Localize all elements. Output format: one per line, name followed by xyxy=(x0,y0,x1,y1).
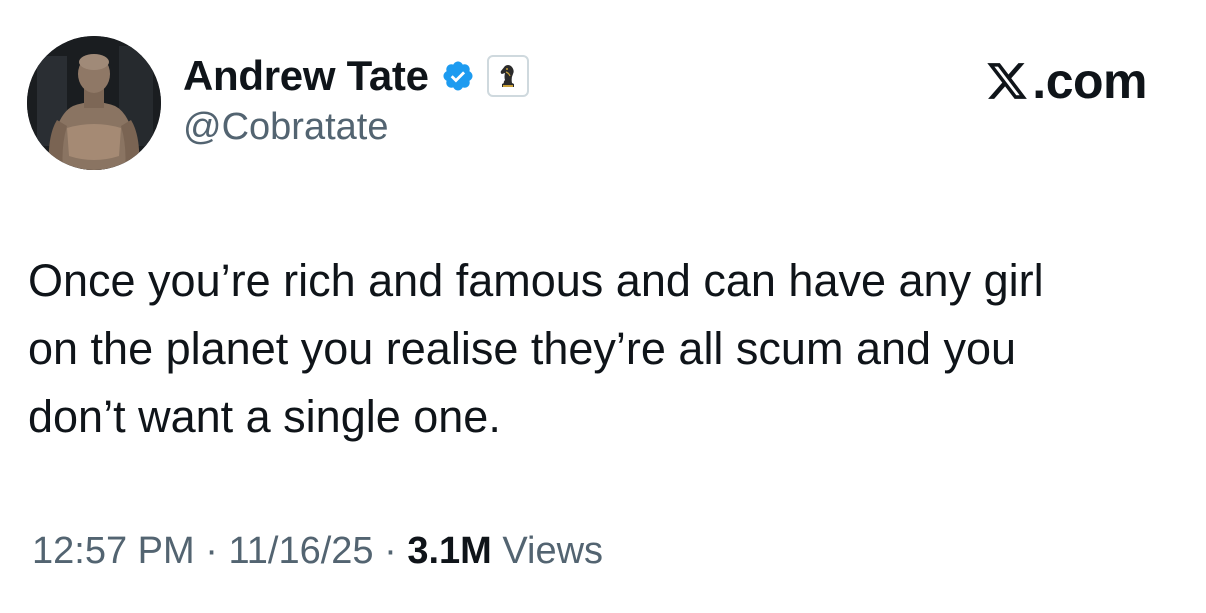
tweet-time[interactable]: 12:57 PM xyxy=(32,530,195,572)
avatar[interactable] xyxy=(27,36,161,170)
tweet-date[interactable]: 11/16/25 xyxy=(228,530,373,572)
author-handle[interactable]: @Cobratate xyxy=(183,106,529,149)
meta-separator: · xyxy=(205,530,218,572)
author-info: Andrew Tate @Cobratate xyxy=(183,50,529,149)
author-display-name[interactable]: Andrew Tate xyxy=(183,52,429,100)
tweet-text-line: don’t want a single one. xyxy=(28,391,501,442)
tweet-text-line: on the planet you realise they’re all sc… xyxy=(28,323,1017,374)
views-label: Views xyxy=(502,530,604,572)
tweet-card: Andrew Tate @Cobratate .com Once you’re … xyxy=(0,0,1206,613)
tweet-meta: 12:57 PM · 11/16/25 · 3.1M Views xyxy=(32,530,603,573)
tweet-header: Andrew Tate @Cobratate .com xyxy=(27,36,1177,176)
author-name-row: Andrew Tate xyxy=(183,50,529,102)
tweet-text-line: Once you’re rich and famous and can have… xyxy=(28,255,1044,306)
tweet-text: Once you’re rich and famous and can have… xyxy=(28,247,1178,451)
views-count: 3.1M xyxy=(407,530,492,572)
brand-logo: .com xyxy=(984,52,1147,110)
verified-badge-icon xyxy=(441,59,475,93)
brand-domain-label: .com xyxy=(1032,53,1147,109)
x-logo-icon xyxy=(987,63,1028,99)
chess-knight-icon xyxy=(500,65,514,87)
meta-separator: · xyxy=(384,530,397,572)
avatar-image xyxy=(27,36,161,170)
affiliate-badge[interactable] xyxy=(486,55,529,97)
